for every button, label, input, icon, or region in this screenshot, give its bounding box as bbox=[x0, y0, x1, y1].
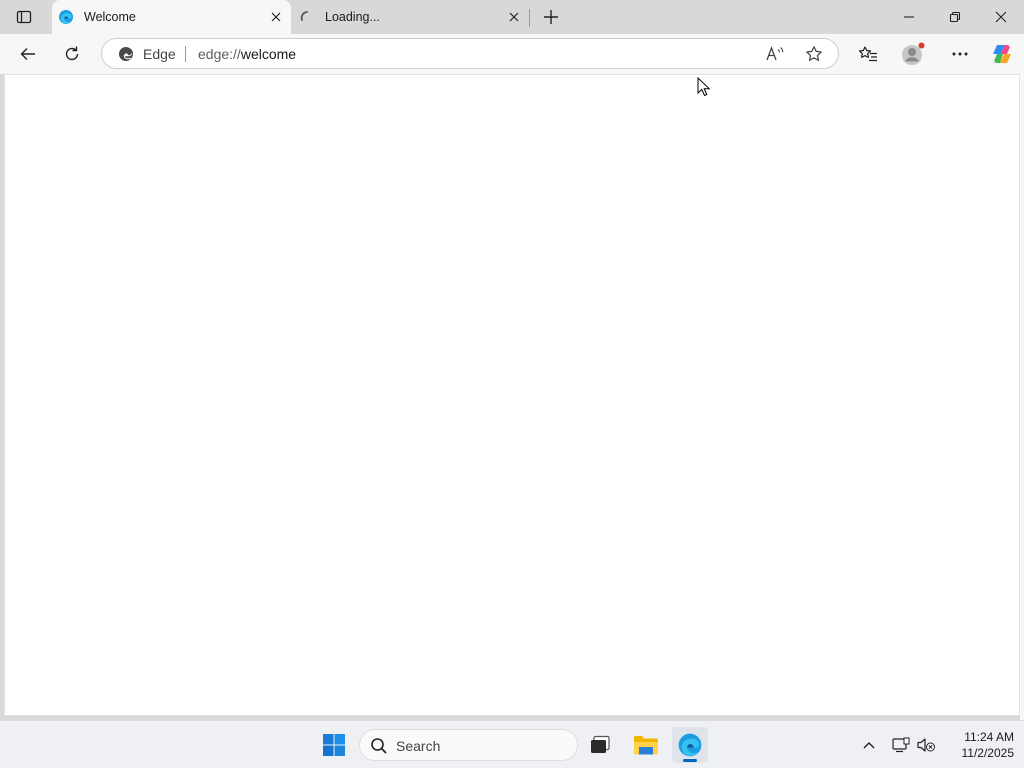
task-view-icon bbox=[591, 735, 610, 753]
show-hidden-icons-button[interactable] bbox=[857, 731, 881, 759]
minimize-button[interactable] bbox=[886, 0, 932, 34]
address-divider bbox=[185, 46, 186, 62]
avatar-icon bbox=[902, 42, 925, 65]
file-explorer-button[interactable] bbox=[628, 727, 664, 763]
tab-actions-button[interactable] bbox=[8, 4, 40, 30]
favorites-icon bbox=[858, 46, 877, 62]
close-icon bbox=[509, 12, 519, 22]
edge-taskbar-button[interactable] bbox=[672, 727, 708, 763]
taskbar-search-box[interactable]: Search bbox=[359, 729, 578, 761]
tab-close-button[interactable] bbox=[267, 8, 285, 26]
url-scheme: edge:// bbox=[198, 46, 241, 62]
tab-actions-icon bbox=[16, 10, 32, 24]
display-status-button[interactable] bbox=[889, 731, 913, 759]
edge-logo-icon bbox=[119, 47, 133, 61]
active-app-indicator bbox=[683, 759, 697, 762]
chevron-up-icon bbox=[863, 742, 875, 749]
favorites-button[interactable] bbox=[852, 39, 884, 69]
close-icon bbox=[271, 12, 281, 22]
add-favorite-button[interactable] bbox=[802, 43, 826, 65]
profile-button[interactable] bbox=[897, 39, 929, 69]
task-view-button[interactable] bbox=[582, 727, 618, 763]
title-bar: Welcome Loading... bbox=[0, 0, 1024, 34]
taskbar-clock[interactable]: 11:24 AM 11/2/2025 bbox=[940, 729, 1015, 761]
copilot-icon bbox=[993, 45, 1011, 63]
restore-button[interactable] bbox=[932, 0, 978, 34]
new-tab-button[interactable] bbox=[539, 5, 563, 29]
loading-spinner-icon bbox=[300, 11, 308, 21]
refresh-icon bbox=[65, 46, 79, 61]
windows-logo-icon bbox=[323, 734, 345, 756]
start-button[interactable] bbox=[316, 727, 352, 763]
close-icon bbox=[995, 11, 1007, 23]
monitor-icon bbox=[892, 737, 910, 753]
read-aloud-icon bbox=[766, 46, 784, 61]
star-icon bbox=[806, 46, 822, 61]
url-text[interactable]: edge://welcome bbox=[198, 46, 296, 62]
search-placeholder: Search bbox=[396, 738, 441, 754]
volume-button[interactable] bbox=[914, 731, 938, 759]
tab-loading[interactable]: Loading... bbox=[293, 0, 529, 34]
close-window-button[interactable] bbox=[978, 0, 1024, 34]
window-edge bbox=[1020, 74, 1024, 720]
restore-icon bbox=[949, 11, 961, 23]
clock-time: 11:24 AM bbox=[964, 730, 1014, 744]
tab-title: Loading... bbox=[325, 10, 380, 24]
search-icon bbox=[371, 738, 387, 754]
tab-welcome[interactable]: Welcome bbox=[52, 0, 291, 34]
clock-date: 11/2/2025 bbox=[961, 746, 1015, 760]
read-aloud-button[interactable] bbox=[763, 43, 787, 65]
refresh-button[interactable] bbox=[56, 39, 88, 69]
mouse-cursor-icon bbox=[697, 77, 711, 97]
minimize-icon bbox=[904, 16, 914, 18]
speaker-muted-icon bbox=[917, 738, 935, 752]
settings-more-button[interactable] bbox=[944, 39, 976, 69]
url-host: welcome bbox=[240, 46, 297, 62]
more-horizontal-icon bbox=[952, 52, 968, 56]
folder-icon bbox=[634, 736, 658, 755]
tab-divider bbox=[529, 9, 530, 27]
back-button[interactable] bbox=[12, 39, 44, 69]
browser-toolbar: Edge edge://welcome bbox=[0, 34, 1024, 74]
taskbar: Search 11:24 AM 11/2/2025 bbox=[0, 720, 1024, 768]
site-identity-label: Edge bbox=[143, 46, 176, 62]
plus-icon bbox=[544, 10, 558, 24]
tab-title: Welcome bbox=[84, 10, 136, 24]
edge-favicon-icon bbox=[59, 10, 73, 24]
arrow-left-icon bbox=[20, 48, 35, 60]
address-bar[interactable]: Edge edge://welcome bbox=[101, 38, 839, 69]
edge-logo-icon bbox=[678, 733, 702, 757]
tab-close-button[interactable] bbox=[505, 8, 523, 26]
copilot-button[interactable] bbox=[986, 39, 1018, 69]
page-content-area[interactable] bbox=[4, 74, 1020, 716]
